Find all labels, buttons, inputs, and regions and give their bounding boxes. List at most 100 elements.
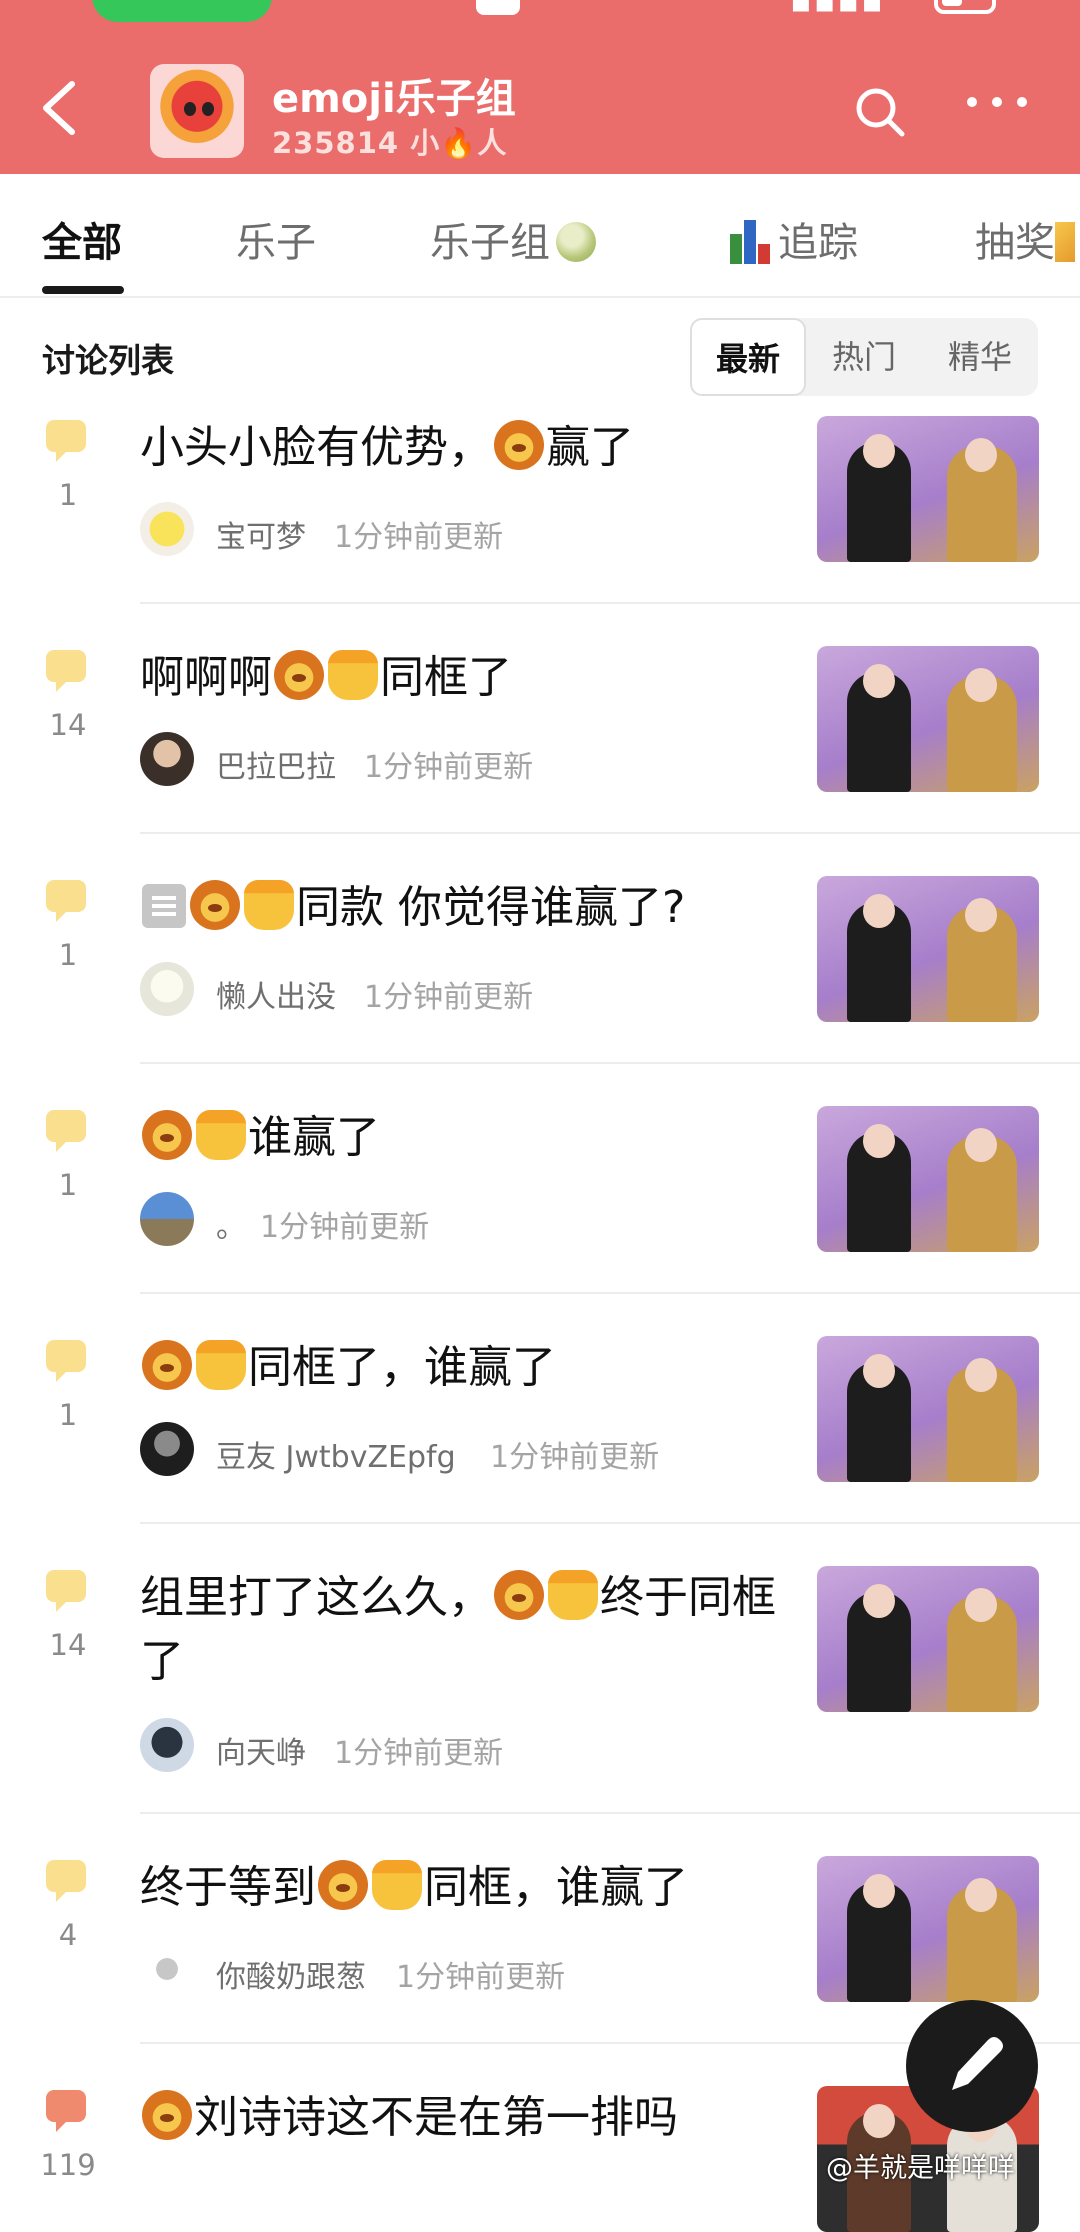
group-name: emoji乐子组 — [272, 76, 516, 122]
melon-icon — [556, 222, 596, 262]
list-title: 讨论列表 — [42, 341, 174, 380]
avatar[interactable] — [140, 502, 194, 556]
divider — [140, 1292, 1080, 1294]
post-author[interactable]: 豆友 JwtbvZEpfg — [216, 1432, 456, 1476]
title-text: 终于等到 — [140, 1862, 316, 1913]
post-thumbnail[interactable] — [817, 1856, 1039, 2002]
post-title: 同框了，谁赢了 — [140, 1336, 780, 1400]
comment-icon — [46, 880, 86, 922]
post-thumbnail[interactable] — [817, 1336, 1039, 1482]
compose-button[interactable] — [906, 2000, 1038, 2132]
honey-pot-emoji-icon — [196, 1340, 246, 1390]
divider — [140, 1522, 1080, 1524]
comment-icon — [46, 1860, 86, 1902]
avatar[interactable] — [140, 962, 194, 1016]
divider — [140, 1062, 1080, 1064]
divider — [140, 832, 1080, 834]
post-thumbnail[interactable] — [817, 1106, 1039, 1252]
post-author[interactable]: 宝可梦 — [216, 512, 306, 556]
sort-latest[interactable]: 最新 — [690, 318, 806, 396]
comment-icon — [46, 1570, 86, 1612]
tab-label: 追踪 — [778, 220, 858, 266]
post-title: 组里打了这么久， 终于同框了 — [140, 1566, 780, 1694]
title-text: 同框了 — [380, 652, 512, 703]
honey-pot-emoji-icon — [196, 1110, 246, 1160]
search-icon[interactable] — [852, 84, 908, 140]
title-text: 同款 你觉得谁赢了? — [296, 882, 686, 933]
post-thumbnail[interactable] — [817, 876, 1039, 1022]
bar-chart-icon — [728, 220, 772, 264]
comment-count: 119 — [40, 2148, 96, 2182]
avatar[interactable] — [140, 1422, 194, 1476]
comment-count: 1 — [58, 1168, 78, 1202]
post-author[interactable]: 懒人出没 — [216, 972, 336, 1016]
sort-featured[interactable]: 精华 — [922, 318, 1038, 396]
post-title: 小头小脸有优势， 赢了 — [140, 416, 780, 480]
comment-icon — [46, 1340, 86, 1382]
status-bar: ▪▪▪▪ — [0, 0, 1080, 22]
lion-emoji-icon — [142, 1340, 192, 1390]
honey-pot-emoji-icon — [244, 880, 294, 930]
honey-pot-emoji-icon — [328, 650, 378, 700]
comment-count: 1 — [58, 478, 78, 512]
lion-emoji-icon — [318, 1860, 368, 1910]
call-pill — [92, 0, 272, 22]
group-avatar[interactable] — [150, 64, 244, 158]
divider — [140, 602, 1080, 604]
comment-count: 14 — [49, 708, 87, 742]
honey-pot-emoji-icon — [372, 1860, 422, 1910]
back-icon[interactable] — [38, 78, 82, 138]
sort-hot[interactable]: 热门 — [806, 318, 922, 396]
tab-tracking[interactable]: 追踪 — [728, 210, 858, 268]
tab-bar: 全部 乐子 乐子组 追踪 抽奖 — [0, 174, 1080, 298]
sort-switch: 最新 热门 精华 — [690, 318, 1038, 396]
party-popper-icon — [1055, 222, 1075, 262]
avatar[interactable] — [140, 1942, 194, 1996]
tab-lezi-group[interactable]: 乐子组 — [430, 210, 596, 268]
post-title: 谁赢了 — [140, 1106, 780, 1170]
title-text: 组里打了这么久， — [140, 1572, 492, 1623]
comment-count: 1 — [58, 1398, 78, 1432]
comment-icon — [46, 650, 86, 692]
divider — [140, 1812, 1080, 1814]
comment-count: 14 — [49, 1628, 87, 1662]
post-title: 啊啊啊 同框了 — [140, 646, 780, 710]
avatar[interactable] — [140, 1718, 194, 1772]
post-time: 1分钟前更新 — [490, 1440, 660, 1475]
post-thumbnail[interactable] — [817, 1566, 1039, 1712]
app-logo-strip — [476, 0, 530, 15]
watermark: @羊就是咩咩咩 — [826, 2153, 1015, 2184]
group-member-count: 235814 小🔥人 — [272, 120, 507, 162]
post-time: 1分钟前更新 — [260, 1210, 430, 1245]
tab-label: 抽奖 — [975, 220, 1055, 266]
tab-label: 乐子组 — [430, 220, 550, 266]
post-title: 刘诗诗这不是在第一排吗 — [140, 2086, 780, 2150]
honey-pot-emoji-icon — [548, 1570, 598, 1620]
avatar[interactable] — [140, 1192, 194, 1246]
comment-count: 1 — [58, 938, 78, 972]
post-author[interactable]: 巴拉巴拉 — [216, 742, 336, 786]
post-thumbnail[interactable] — [817, 416, 1039, 562]
member-count: 235814 — [272, 126, 400, 160]
tab-lezi[interactable]: 乐子 — [236, 210, 316, 268]
member-label-suffix: 人 — [477, 126, 508, 160]
post-author[interactable]: 你酸奶跟葱 — [216, 1952, 366, 1996]
comment-icon — [46, 1110, 86, 1152]
tab-lottery[interactable]: 抽奖 — [975, 210, 1075, 268]
post-author[interactable]: 。 — [216, 1202, 246, 1246]
lion-emoji-icon — [494, 420, 544, 470]
tab-all[interactable]: 全部 — [42, 210, 122, 268]
post-thumbnail[interactable] — [817, 646, 1039, 792]
post-time: 1分钟前更新 — [364, 980, 534, 1015]
comment-icon — [46, 420, 86, 462]
more-icon[interactable] — [962, 82, 1032, 122]
active-tab-indicator — [42, 286, 124, 294]
member-label-prefix: 小 — [410, 126, 441, 160]
lion-emoji-icon — [494, 1570, 544, 1620]
post-title: 同款 你觉得谁赢了? — [140, 876, 780, 940]
avatar[interactable] — [140, 732, 194, 786]
post-author[interactable]: 向天峥 — [216, 1728, 306, 1772]
pencil-icon — [952, 2037, 1003, 2090]
post-time: 1分钟前更新 — [334, 520, 504, 555]
title-text: 同框了，谁赢了 — [248, 1342, 556, 1393]
